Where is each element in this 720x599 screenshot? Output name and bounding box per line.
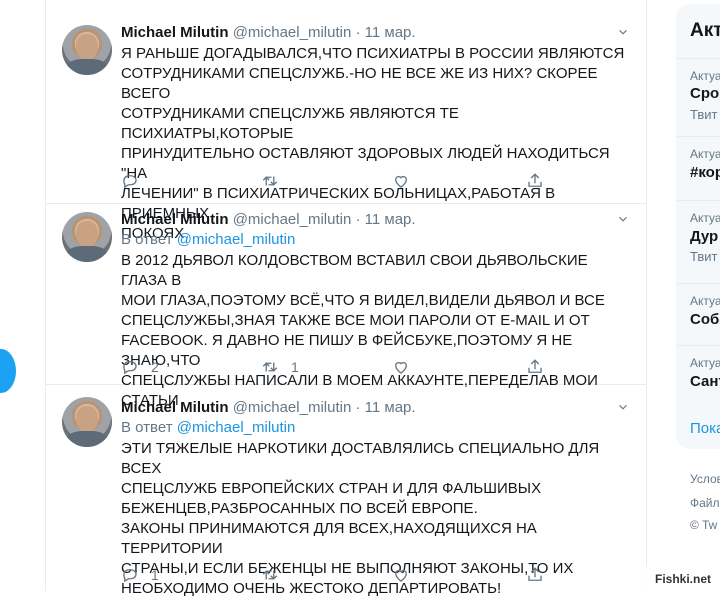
trend-topic: Сант — [690, 373, 720, 390]
tweet-actions: 2 1 — [121, 357, 561, 377]
retweet-button[interactable] — [261, 171, 291, 191]
trend-context: Актуа — [690, 294, 720, 308]
tweet-header: Michael Milutin @michael_milutin · 11 ма… — [121, 210, 630, 230]
trend-topic: #кор — [690, 164, 720, 181]
avatar[interactable] — [62, 397, 112, 447]
separator-dot: · — [355, 399, 361, 416]
reply-context: В ответ @michael_milutin — [121, 418, 630, 438]
trend-item[interactable]: Актуа Сант — [676, 345, 720, 406]
share-button[interactable] — [526, 565, 544, 585]
trend-context: Актуа — [690, 147, 720, 161]
footer-link[interactable]: Файл — [690, 496, 720, 510]
tweet-date[interactable]: 11 мар. — [365, 211, 416, 228]
tweet-actions — [121, 171, 561, 191]
retweet-icon — [262, 362, 278, 372]
share-icon — [528, 173, 542, 187]
show-more-link[interactable]: Пока — [690, 420, 720, 437]
tweet-header: Michael Milutin @michael_milutin · 11 ма… — [121, 23, 630, 43]
compose-fab[interactable] — [0, 349, 16, 393]
trend-item[interactable]: Актуа Дур Твит — [676, 200, 720, 279]
trend-context: Актуа — [690, 356, 720, 370]
separator-dot: · — [355, 211, 361, 228]
reply-to-label: В ответ — [121, 419, 173, 436]
trend-sub: Твит — [690, 107, 718, 122]
separator-dot: · — [355, 24, 361, 41]
reply-button[interactable]: 1 — [121, 565, 159, 585]
retweet-button[interactable] — [261, 565, 291, 585]
retweet-icon — [262, 570, 278, 580]
like-button[interactable] — [392, 357, 422, 377]
reply-context: В ответ @michael_milutin — [121, 230, 630, 250]
watermark: Fishki.net — [646, 566, 720, 591]
share-button[interactable] — [526, 357, 544, 377]
author-name[interactable]: Michael Milutin — [121, 211, 229, 228]
timeline: Michael Milutin @michael_milutin · 11 ма… — [45, 0, 647, 597]
reply-count: 1 — [151, 567, 159, 583]
reply-button[interactable] — [121, 171, 151, 191]
trends-title: Акт — [690, 20, 720, 41]
heart-icon — [395, 361, 407, 374]
trend-context: Актуа — [690, 69, 720, 83]
author-name[interactable]: Michael Milutin — [121, 399, 229, 416]
avatar[interactable] — [62, 212, 112, 262]
tweet-actions: 1 — [121, 565, 561, 585]
author-handle[interactable]: @michael_milutin — [233, 24, 352, 41]
avatar[interactable] — [62, 25, 112, 75]
reply-button[interactable]: 2 — [121, 357, 159, 377]
author-handle[interactable]: @michael_milutin — [233, 399, 352, 416]
retweet-count: 1 — [291, 359, 299, 375]
trend-topic: Сро — [690, 85, 720, 102]
trend-sub: Твит — [690, 249, 718, 264]
chevron-down-icon[interactable] — [616, 400, 630, 414]
heart-icon — [395, 569, 407, 582]
tweet[interactable]: Michael Milutin @michael_milutin · 11 ма… — [46, 385, 646, 597]
heart-icon — [395, 175, 407, 188]
reply-to-link[interactable]: @michael_milutin — [177, 231, 296, 248]
reply-icon — [123, 361, 137, 375]
trend-context: Актуа — [690, 211, 720, 225]
reply-icon — [123, 175, 137, 189]
author-name[interactable]: Michael Milutin — [121, 24, 229, 41]
chevron-down-icon[interactable] — [616, 212, 630, 226]
chevron-down-icon[interactable] — [616, 25, 630, 39]
tweet-header: Michael Milutin @michael_milutin · 11 ма… — [121, 398, 630, 418]
reply-to-label: В ответ — [121, 231, 173, 248]
trend-item[interactable]: Актуа Собе — [676, 283, 720, 342]
share-icon — [528, 567, 542, 581]
tweet[interactable]: Michael Milutin @michael_milutin · 11 ма… — [46, 204, 646, 409]
right-sidebar: Акт Актуа Сро Твит Актуа #кор Актуа Дур … — [676, 0, 720, 591]
tweet[interactable]: Michael Milutin @michael_milutin · 11 ма… — [46, 0, 646, 242]
share-button[interactable] — [526, 171, 544, 191]
like-button[interactable] — [392, 171, 422, 191]
footer-link[interactable]: Услов — [690, 472, 720, 486]
retweet-icon — [262, 176, 278, 186]
tweet-date[interactable]: 11 мар. — [365, 24, 416, 41]
reply-icon — [123, 569, 137, 583]
reply-count: 2 — [151, 359, 159, 375]
trend-topic: Собе — [690, 311, 720, 328]
retweet-button[interactable]: 1 — [261, 357, 299, 377]
reply-to-link[interactable]: @michael_milutin — [177, 419, 296, 436]
share-icon — [528, 359, 542, 373]
like-button[interactable] — [392, 565, 422, 585]
trends-panel: Акт Актуа Сро Твит Актуа #кор Актуа Дур … — [676, 4, 720, 449]
trend-item[interactable]: Актуа Сро Твит — [676, 58, 720, 129]
trend-topic: Дур — [690, 228, 719, 245]
footer-copyright: © Tw — [690, 518, 718, 532]
author-handle[interactable]: @michael_milutin — [233, 211, 352, 228]
trend-item[interactable]: Актуа #кор — [676, 136, 720, 199]
tweet-date[interactable]: 11 мар. — [365, 399, 416, 416]
